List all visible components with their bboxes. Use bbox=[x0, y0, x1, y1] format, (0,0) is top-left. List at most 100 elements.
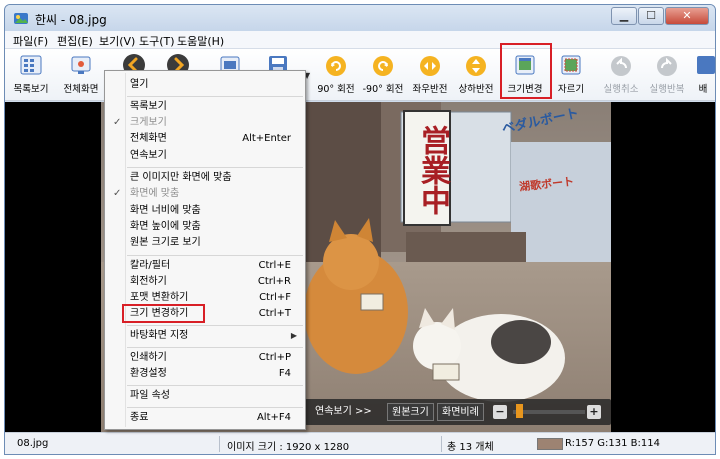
cm-item-continuous[interactable]: 연속보기 bbox=[105, 147, 305, 164]
cm-shortcut-color-filter: Ctrl+E bbox=[258, 260, 292, 271]
close-button[interactable]: ✕ bbox=[665, 7, 709, 25]
cm-item-large-view[interactable]: ✓ 크게보기 bbox=[105, 114, 305, 131]
list-view-label: 목록보기 bbox=[13, 84, 49, 95]
flip-vertical-icon bbox=[466, 56, 486, 76]
undo-button[interactable]: 실행취소 bbox=[599, 51, 643, 99]
cm-separator bbox=[127, 347, 303, 348]
undo-label: 실행취소 bbox=[603, 84, 639, 95]
cm-item-rotate[interactable]: 회전하기 Ctrl+R bbox=[105, 273, 305, 290]
cm-item-open[interactable]: 열기 bbox=[105, 76, 305, 93]
cm-label-open: 열기 bbox=[130, 79, 149, 90]
maximize-button[interactable]: ☐ bbox=[638, 7, 664, 25]
cm-item-set-wallpaper[interactable]: 바탕화면 지정 ▶ bbox=[105, 327, 305, 344]
flip-horizontal-icon bbox=[420, 56, 440, 76]
cm-item-fullscreen[interactable]: 전체화면 Alt+Enter bbox=[105, 130, 305, 147]
cm-item-fit-height[interactable]: 화면 높이에 맞춤 bbox=[105, 218, 305, 235]
fullscreen-label: 전체화면 bbox=[63, 84, 99, 95]
cm-separator bbox=[127, 385, 303, 386]
cm-item-fit-screen[interactable]: ✓ 화면에 맞춤 bbox=[105, 185, 305, 202]
rotate-ccw-button[interactable]: -90° 회전 bbox=[361, 51, 405, 99]
rotate-ccw-icon bbox=[373, 56, 393, 76]
cm-label-rotate: 회전하기 bbox=[130, 276, 167, 287]
rotate-cw-button[interactable]: 90° 회전 bbox=[315, 51, 357, 99]
status-divider bbox=[219, 436, 220, 452]
menu-view[interactable]: 보기(V) bbox=[99, 33, 135, 49]
cm-item-list-view[interactable]: 목록보기 bbox=[105, 98, 305, 115]
cm-shortcut-fullscreen: Alt+Enter bbox=[242, 133, 291, 144]
more-label: 배 bbox=[698, 84, 708, 95]
menu-edit[interactable]: 편집(E) bbox=[57, 33, 93, 49]
cm-label-list-view: 목록보기 bbox=[130, 101, 167, 112]
slideshow-button[interactable]: 연속보기 >> bbox=[311, 403, 376, 421]
cm-label-fit-width: 화면 너비에 맞춤 bbox=[130, 205, 201, 216]
cm-label-preferences: 환경설정 bbox=[130, 368, 167, 379]
zoom-out-button[interactable]: − bbox=[493, 405, 507, 419]
redo-button[interactable]: 실행반복 bbox=[645, 51, 689, 99]
status-rgb: R:157 G:131 B:114 bbox=[565, 438, 660, 449]
crop-icon bbox=[561, 55, 581, 75]
checkmark-icon: ✓ bbox=[113, 188, 122, 199]
cm-separator bbox=[127, 96, 303, 97]
zoom-slider-thumb[interactable] bbox=[516, 404, 523, 418]
zoom-slider-track[interactable] bbox=[513, 410, 585, 414]
cm-label-fullscreen: 전체화면 bbox=[130, 133, 167, 144]
cm-label-set-wallpaper: 바탕화면 지정 bbox=[130, 330, 189, 341]
flip-horizontal-button[interactable]: 좌우반전 bbox=[409, 51, 451, 99]
cm-item-color-filter[interactable]: 칼라/필터 Ctrl+E bbox=[105, 257, 305, 274]
crop-label: 자르기 bbox=[557, 84, 585, 95]
menu-tools[interactable]: 도구(T) bbox=[139, 33, 175, 49]
more-button[interactable]: 배 bbox=[693, 51, 715, 99]
rotate-cw-label: 90° 회전 bbox=[317, 84, 355, 95]
cm-shortcut-preferences: F4 bbox=[278, 368, 291, 379]
cm-item-original-size[interactable]: 원본 크기로 보기 bbox=[105, 234, 305, 251]
resize-menu-highlight bbox=[122, 304, 205, 323]
rotate-ccw-label: -90° 회전 bbox=[362, 84, 404, 95]
cm-label-print: 인쇄하기 bbox=[130, 352, 167, 363]
cm-item-fit-width[interactable]: 화면 너비에 맞춤 bbox=[105, 202, 305, 219]
crop-button[interactable]: 자르기 bbox=[551, 51, 591, 99]
zoom-in-button[interactable]: + bbox=[587, 405, 601, 419]
cm-separator bbox=[127, 167, 303, 168]
list-view-button[interactable]: 목록보기 bbox=[7, 51, 55, 99]
cm-label-fit-large-only: 큰 이미지만 화면에 맞춤 bbox=[130, 172, 232, 183]
status-image-size: 이미지 크기 : 1920 x 1280 bbox=[227, 442, 350, 453]
cm-separator bbox=[127, 255, 303, 256]
title-bar[interactable]: 한씨 - 08.jpg ▁ ☐ ✕ bbox=[5, 5, 715, 31]
flip-horizontal-label: 좌우반전 bbox=[412, 84, 448, 95]
cm-label-fit-height: 화면 높이에 맞춤 bbox=[130, 221, 201, 232]
redo-icon bbox=[657, 56, 677, 76]
redo-label: 실행반복 bbox=[649, 84, 685, 95]
cm-label-file-properties: 파일 속성 bbox=[130, 390, 170, 401]
cm-item-preferences[interactable]: 환경설정 F4 bbox=[105, 365, 305, 382]
menu-help[interactable]: 도움말(H) bbox=[177, 33, 224, 49]
cm-shortcut-exit: Alt+F4 bbox=[256, 412, 291, 423]
cm-label-large-view: 크게보기 bbox=[130, 117, 167, 128]
original-size-button[interactable]: 원본크기 bbox=[387, 403, 434, 421]
flip-vertical-label: 상하반전 bbox=[458, 84, 494, 95]
status-bar: 08.jpg 이미지 크기 : 1920 x 1280 총 13 개체 R:15… bbox=[5, 432, 715, 454]
more-icon bbox=[697, 56, 715, 74]
cm-item-fit-large-only[interactable]: 큰 이미지만 화면에 맞춤 bbox=[105, 169, 305, 186]
cm-label-fit-screen: 화면에 맞춤 bbox=[130, 188, 180, 199]
flip-vertical-button[interactable]: 상하반전 bbox=[455, 51, 497, 99]
status-divider bbox=[441, 436, 442, 452]
status-count: 총 13 개체 bbox=[447, 442, 494, 453]
list-view-icon bbox=[20, 55, 42, 75]
fit-screen-button[interactable]: 화면비례 bbox=[437, 403, 484, 421]
cm-item-print[interactable]: 인쇄하기 Ctrl+P bbox=[105, 349, 305, 366]
minimize-button[interactable]: ▁ bbox=[611, 7, 637, 25]
resize-button-highlight bbox=[500, 43, 552, 99]
fullscreen-button[interactable]: 전체화면 bbox=[57, 51, 105, 99]
cm-label-color-filter: 칼라/필터 bbox=[130, 260, 171, 271]
submenu-arrow-icon: ▶ bbox=[290, 331, 297, 340]
cm-label-continuous: 연속보기 bbox=[130, 150, 167, 161]
menu-bar: 파일(F) 편집(E) 보기(V) 도구(T) 도움말(H) bbox=[5, 31, 715, 49]
cm-separator bbox=[127, 325, 303, 326]
cm-shortcut-resize: Ctrl+T bbox=[258, 308, 291, 319]
cm-item-exit[interactable]: 종료 Alt+F4 bbox=[105, 409, 305, 426]
viewer-controls-bar: 연속보기 >> 원본크기 화면비례 − + bbox=[305, 399, 611, 425]
cm-label-original-size: 원본 크기로 보기 bbox=[130, 237, 201, 248]
cm-item-file-properties[interactable]: 파일 속성 bbox=[105, 387, 305, 404]
cm-shortcut-rotate: Ctrl+R bbox=[257, 276, 291, 287]
menu-file[interactable]: 파일(F) bbox=[13, 33, 48, 49]
